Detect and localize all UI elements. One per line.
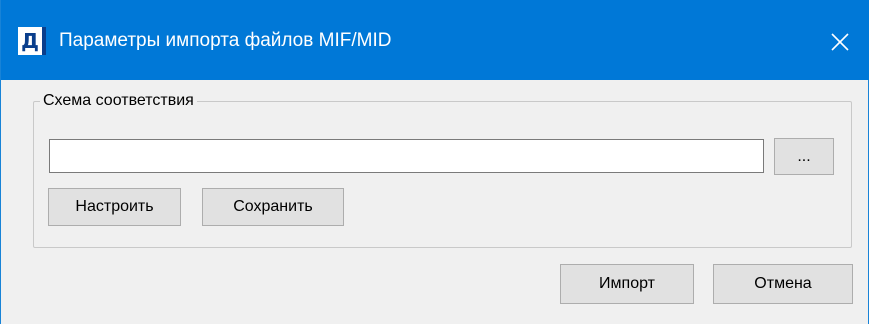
app-icon: Д bbox=[18, 27, 46, 55]
close-icon bbox=[831, 33, 849, 51]
group-legend: Схема соответствия bbox=[40, 90, 197, 112]
mapping-scheme-group: Схема соответствия ... Настроить Сохрани… bbox=[33, 90, 852, 248]
save-button[interactable]: Сохранить bbox=[202, 188, 344, 226]
dialog-window: Д Параметры импорта файлов MIF/MID Схема… bbox=[0, 0, 869, 324]
title-bar: Д Параметры импорта файлов MIF/MID bbox=[1, 0, 869, 80]
cancel-button[interactable]: Отмена bbox=[713, 264, 853, 304]
dialog-content: Схема соответствия ... Настроить Сохрани… bbox=[1, 80, 868, 324]
configure-button[interactable]: Настроить bbox=[48, 188, 181, 226]
close-button[interactable] bbox=[810, 20, 869, 64]
scheme-path-input[interactable] bbox=[49, 139, 764, 173]
browse-button[interactable]: ... bbox=[774, 138, 834, 175]
import-button[interactable]: Импорт bbox=[560, 264, 694, 304]
window-title: Параметры импорта файлов MIF/MID bbox=[59, 30, 392, 51]
